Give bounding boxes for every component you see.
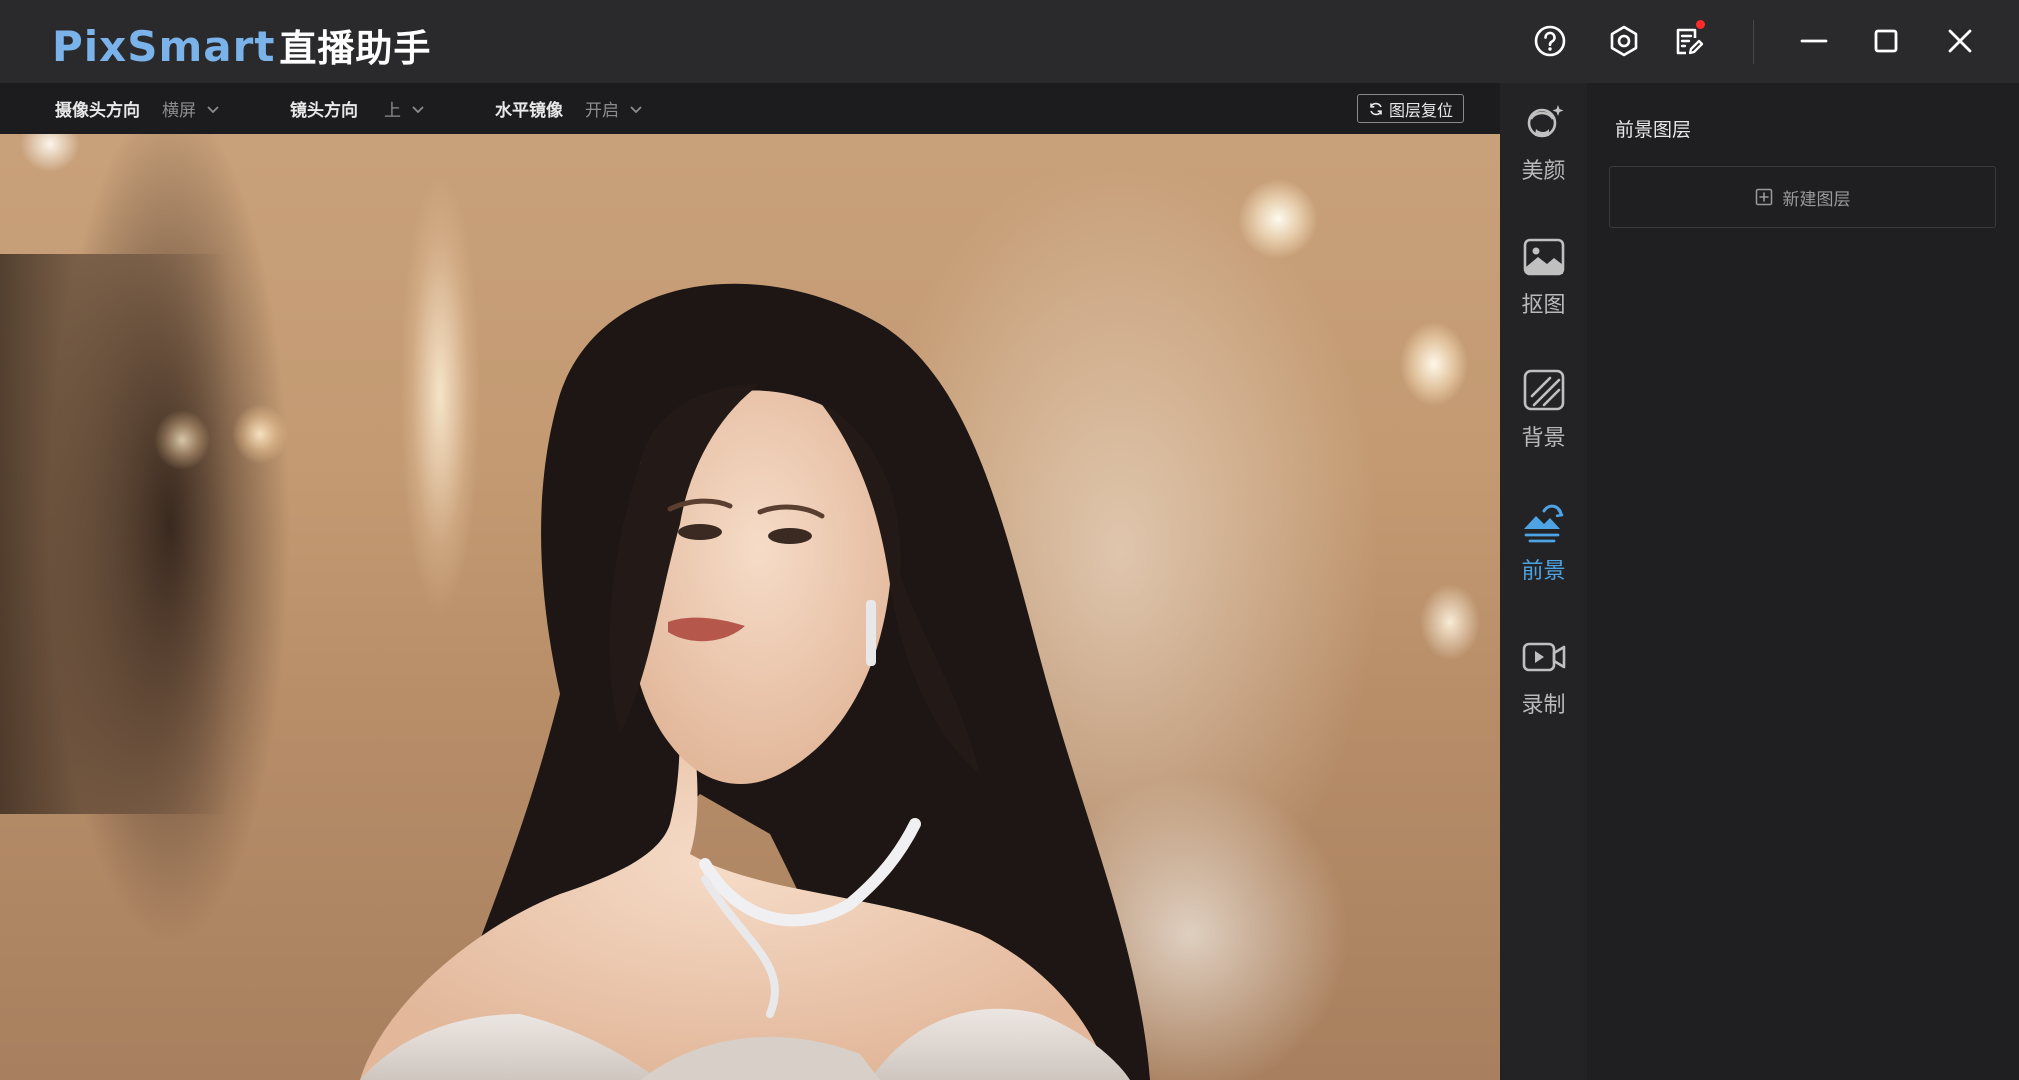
horizontal-mirror-select[interactable]: 开启 [585,96,643,121]
image-cutout-icon [1523,238,1564,276]
panel-title: 前景图层 [1615,119,1692,141]
titlebar-divider [1753,20,1754,64]
notes-icon[interactable] [1669,20,1707,60]
side-nav: 美颜 抠图 背景 前景 录制 [1500,83,1587,1080]
nav-label-cutout: 抠图 [1521,293,1566,318]
camera-orientation-group: 摄像头方向 横屏 [55,83,220,134]
chevron-down-icon [207,105,219,113]
minimize-icon[interactable] [1795,22,1833,60]
lens-direction-label: 镜头方向 [290,101,358,121]
chevron-down-icon [630,105,642,113]
preview-subject [360,283,1150,1080]
nav-label-background: 背景 [1521,426,1566,451]
help-icon[interactable] [1531,22,1569,60]
nav-item-cutout[interactable]: 抠图 [1500,233,1587,341]
maximize-icon[interactable] [1867,22,1905,60]
lens-direction-select[interactable]: 上 [384,96,425,121]
video-record-icon [1522,642,1565,672]
lens-direction-value: 上 [384,101,401,121]
horizontal-mirror-value: 开启 [585,101,619,121]
add-square-icon [1755,188,1772,206]
title-bar: PixSmart 直播助手 [0,0,2019,83]
nav-label-record: 录制 [1521,693,1566,718]
foreground-icon [1523,504,1563,543]
foreground-layers-panel: 前景图层 新建图层 [1587,83,2019,1080]
lens-direction-group: 镜头方向 上 [290,83,425,134]
camera-orientation-value: 横屏 [162,101,196,121]
nav-item-beauty[interactable]: 美颜 [1500,99,1587,207]
reset-layers-label: 图层复位 [1388,100,1453,120]
close-icon[interactable] [1941,22,1979,60]
nav-label-beauty: 美颜 [1521,159,1566,184]
settings-icon[interactable] [1605,22,1643,60]
refresh-icon [1370,102,1382,115]
horizontal-mirror-label: 水平镜像 [495,101,563,121]
camera-orientation-label: 摄像头方向 [55,101,140,121]
camera-orientation-select[interactable]: 横屏 [162,96,220,121]
reset-layers-button[interactable]: 图层复位 [1357,94,1464,123]
camera-toolbar: 摄像头方向 横屏 镜头方向 上 水平镜像 开启 图层复位 [0,83,1500,134]
horizontal-mirror-group: 水平镜像 开启 [495,83,643,134]
nav-item-background[interactable]: 背景 [1500,366,1587,474]
camera-preview[interactable] [0,134,1500,1080]
face-beauty-icon [1527,105,1563,138]
app-logo: PixSmart 直播助手 [52,18,431,72]
chevron-down-icon [412,105,424,113]
nav-label-foreground: 前景 [1521,559,1566,584]
app-brand: PixSmart [52,22,276,71]
app-brand-suffix: 直播助手 [279,27,432,70]
background-icon [1523,369,1564,411]
new-layer-label: 新建图层 [1782,189,1851,210]
new-layer-button[interactable]: 新建图层 [1609,166,1996,228]
notification-dot [1696,20,1705,29]
nav-item-record[interactable]: 录制 [1500,633,1587,741]
nav-item-foreground[interactable]: 前景 [1500,499,1587,607]
